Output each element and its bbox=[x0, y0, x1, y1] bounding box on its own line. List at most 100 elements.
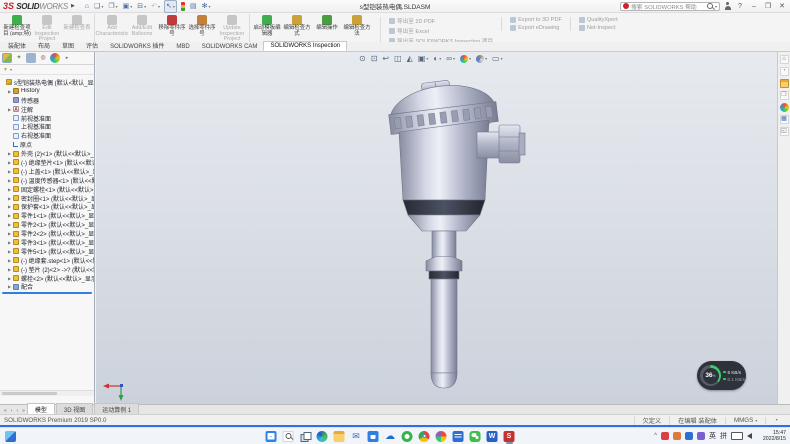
tree-item[interactable]: 原点 bbox=[0, 140, 94, 149]
appearances-scenes-icon[interactable] bbox=[780, 103, 789, 112]
dimxpertmanager-tab[interactable]: ◎ bbox=[38, 53, 48, 63]
tree-item[interactable]: ▶零件5<1> (默认<<默认>_显示状 bbox=[0, 247, 94, 256]
notebook-app-icon[interactable] bbox=[453, 431, 464, 442]
launch-template-editor-button[interactable]: 启动模板编辑器 bbox=[252, 14, 282, 43]
edit-inspection-project-button[interactable]: Edit Inspection Project bbox=[32, 14, 62, 43]
undo-button[interactable]: ↶▾ bbox=[150, 1, 161, 12]
tab-addins[interactable]: SOLIDWORKS 插件 bbox=[104, 40, 170, 51]
print-button[interactable]: ⊟▾ bbox=[136, 1, 147, 12]
start-button[interactable] bbox=[266, 431, 277, 442]
tab-evaluate[interactable]: 评估 bbox=[80, 40, 104, 51]
close-button[interactable]: ✕ bbox=[777, 2, 787, 10]
speed-ball-widget[interactable]: 36% 6 KB/s 0.1 KB/s bbox=[697, 361, 746, 390]
design-library-icon[interactable]: ◔ bbox=[780, 67, 789, 76]
motion-study-tab[interactable]: 运动算例 1 bbox=[94, 403, 139, 414]
filter-funnel-icon[interactable]: ▼ bbox=[3, 67, 8, 73]
file-explorer-button[interactable] bbox=[334, 431, 345, 442]
volume-icon[interactable] bbox=[747, 431, 752, 442]
edit-inspection-method-button[interactable]: 编辑检查方式 bbox=[282, 14, 312, 43]
export-excel-button[interactable]: 导出至 Excel bbox=[389, 27, 493, 35]
tab-assembly[interactable]: 装配体 bbox=[2, 40, 32, 51]
tree-item[interactable]: s型铠装热电偶 (默认<默认_显示状态-1 bbox=[0, 78, 94, 87]
minimize-button[interactable]: – bbox=[749, 3, 759, 10]
edge-browser-icon[interactable] bbox=[317, 431, 328, 442]
help-search-input[interactable]: 搜索 SOLIDWORKS 帮助 ▾ bbox=[620, 2, 720, 11]
propertymanager-tab[interactable]: ✦ bbox=[14, 53, 24, 63]
edit-operation-button[interactable]: 编辑操作 bbox=[312, 14, 342, 43]
tree-item[interactable]: ▶零件3<1> (默认<<默认>_显示状 bbox=[0, 238, 94, 247]
select-balloons-button[interactable]: 选择零件序号 bbox=[187, 14, 217, 43]
displaymanager-tab[interactable] bbox=[50, 53, 60, 63]
tree-horizontal-scrollbar[interactable] bbox=[0, 390, 94, 396]
panel-tabs-more[interactable]: ▸ bbox=[62, 53, 72, 63]
tree-item[interactable]: ▶配合 bbox=[0, 282, 94, 291]
tab-inspection[interactable]: SOLIDWORKS Inspection bbox=[263, 41, 347, 51]
mail-app-icon[interactable]: ✉ bbox=[351, 431, 362, 442]
tree-item[interactable]: ▶固定螺栓<1> (默认<<默认>_显示 bbox=[0, 185, 94, 194]
qualityxpert-button[interactable]: QualityXpert bbox=[579, 17, 618, 23]
tab-mbd[interactable]: MBD bbox=[170, 43, 195, 51]
file-explorer-icon[interactable] bbox=[780, 79, 789, 88]
tab-layout[interactable]: 布局 bbox=[32, 40, 56, 51]
wechat-icon[interactable] bbox=[470, 431, 481, 442]
hidden-icons-chevron[interactable]: ^ bbox=[654, 431, 657, 442]
tree-item[interactable]: ▶外壳 (2)<1> (默认<<默认>_显示状 bbox=[0, 149, 94, 158]
save-button[interactable]: ▣▾ bbox=[122, 1, 134, 12]
taskbar-clock[interactable]: 15:47 2022/8/15 bbox=[763, 430, 786, 442]
pane-expand-icon[interactable]: ◱ bbox=[780, 127, 789, 136]
ime-language-indicator[interactable]: 英 bbox=[709, 431, 716, 442]
tab-sketch[interactable]: 草图 bbox=[56, 40, 80, 51]
tree-item[interactable]: ▶A注解 bbox=[0, 105, 94, 114]
word-app-icon[interactable]: W bbox=[487, 431, 498, 442]
tree-item[interactable]: ▶(-) 绝缘垫片<1> (默认<<默认>_显 bbox=[0, 158, 94, 167]
featuremanager-tab[interactable] bbox=[2, 53, 12, 63]
unit-system-selector[interactable]: MMGS▾ bbox=[725, 417, 765, 424]
store-app-icon[interactable] bbox=[368, 431, 379, 442]
restore-button[interactable]: ❐ bbox=[763, 2, 773, 10]
view-palette-icon[interactable]: ❒ bbox=[780, 91, 789, 100]
touch-keyboard-icon[interactable] bbox=[731, 431, 743, 442]
file-properties-button[interactable]: ▤ bbox=[189, 1, 198, 12]
tree-item[interactable]: ▶(-) 上盖<1> (默认<<默认>_显示状 bbox=[0, 167, 94, 176]
edit-inspection-method2-button[interactable]: 编辑检查方法 bbox=[342, 14, 372, 43]
export-3d-pdf-button[interactable]: Export to 3D PDF bbox=[510, 17, 562, 23]
tray-app-orange-icon[interactable] bbox=[673, 431, 681, 442]
ime-pinyin-indicator[interactable]: 拼 bbox=[720, 431, 727, 442]
home-button[interactable]: ⌂ bbox=[84, 1, 90, 12]
tray-protect-icon[interactable] bbox=[697, 431, 705, 442]
tree-item[interactable]: 传感器 bbox=[0, 96, 94, 105]
solidworks-resources-icon[interactable]: ⌂ bbox=[780, 55, 789, 64]
search-dropdown-icon[interactable]: ▾ bbox=[715, 4, 717, 9]
remove-balloons-button[interactable]: 移除零件序号 bbox=[157, 14, 187, 43]
add-edit-balloons-button[interactable]: Add/Edit Balloons bbox=[127, 14, 157, 43]
add-characteristic-button[interactable]: Add Characteristic bbox=[97, 14, 127, 43]
tag-icon[interactable]: ◔ bbox=[765, 417, 786, 424]
tree-item[interactable]: ▶螺栓<2> (默认<<默认>_显示状态 bbox=[0, 274, 94, 283]
rebuild-button[interactable] bbox=[180, 1, 186, 12]
solidworks-app-icon[interactable]: S bbox=[504, 431, 515, 442]
tree-item[interactable]: ▶History bbox=[0, 87, 94, 96]
tray-app-red-icon[interactable] bbox=[661, 431, 669, 442]
open-file-button[interactable]: ❐▾ bbox=[107, 1, 118, 12]
chrome-browser-icon[interactable] bbox=[419, 431, 430, 442]
configurationmanager-tab[interactable] bbox=[26, 53, 36, 63]
export-2d-pdf-button[interactable]: 导出至 2D PDF bbox=[389, 17, 493, 25]
taskbar-search-button[interactable] bbox=[283, 431, 294, 442]
scrollbar-thumb[interactable] bbox=[2, 392, 57, 395]
graphics-viewport[interactable]: ⊙⊡↩◫◭▣▾◐▾∞▾▾▾▭▾ bbox=[96, 52, 777, 404]
task-view-button[interactable] bbox=[300, 431, 311, 442]
3d-views-tab[interactable]: 3D 视图 bbox=[56, 403, 93, 414]
colorful-app-icon[interactable] bbox=[436, 431, 447, 442]
help-button[interactable]: ? bbox=[735, 3, 745, 10]
tree-item[interactable]: ▶保护套<1> (默认<<默认>_显示状 bbox=[0, 202, 94, 211]
sign-in-icon[interactable] bbox=[724, 2, 731, 10]
tab-cam[interactable]: SOLIDWORKS CAM bbox=[196, 43, 264, 51]
select-button[interactable]: ↖▾ bbox=[164, 0, 177, 13]
tree-item[interactable]: 上视基准面 bbox=[0, 122, 94, 131]
browser-360-icon[interactable] bbox=[402, 431, 413, 442]
search-icon[interactable] bbox=[707, 3, 713, 9]
onedrive-icon[interactable]: ☁ bbox=[385, 431, 396, 442]
net-inspect-button[interactable]: Net-Inspect bbox=[579, 25, 618, 31]
tree-item[interactable]: ▶(-) 温度传感器<1> (默认<<默认>_ bbox=[0, 176, 94, 185]
3d-model-thermocouple[interactable] bbox=[96, 52, 777, 404]
